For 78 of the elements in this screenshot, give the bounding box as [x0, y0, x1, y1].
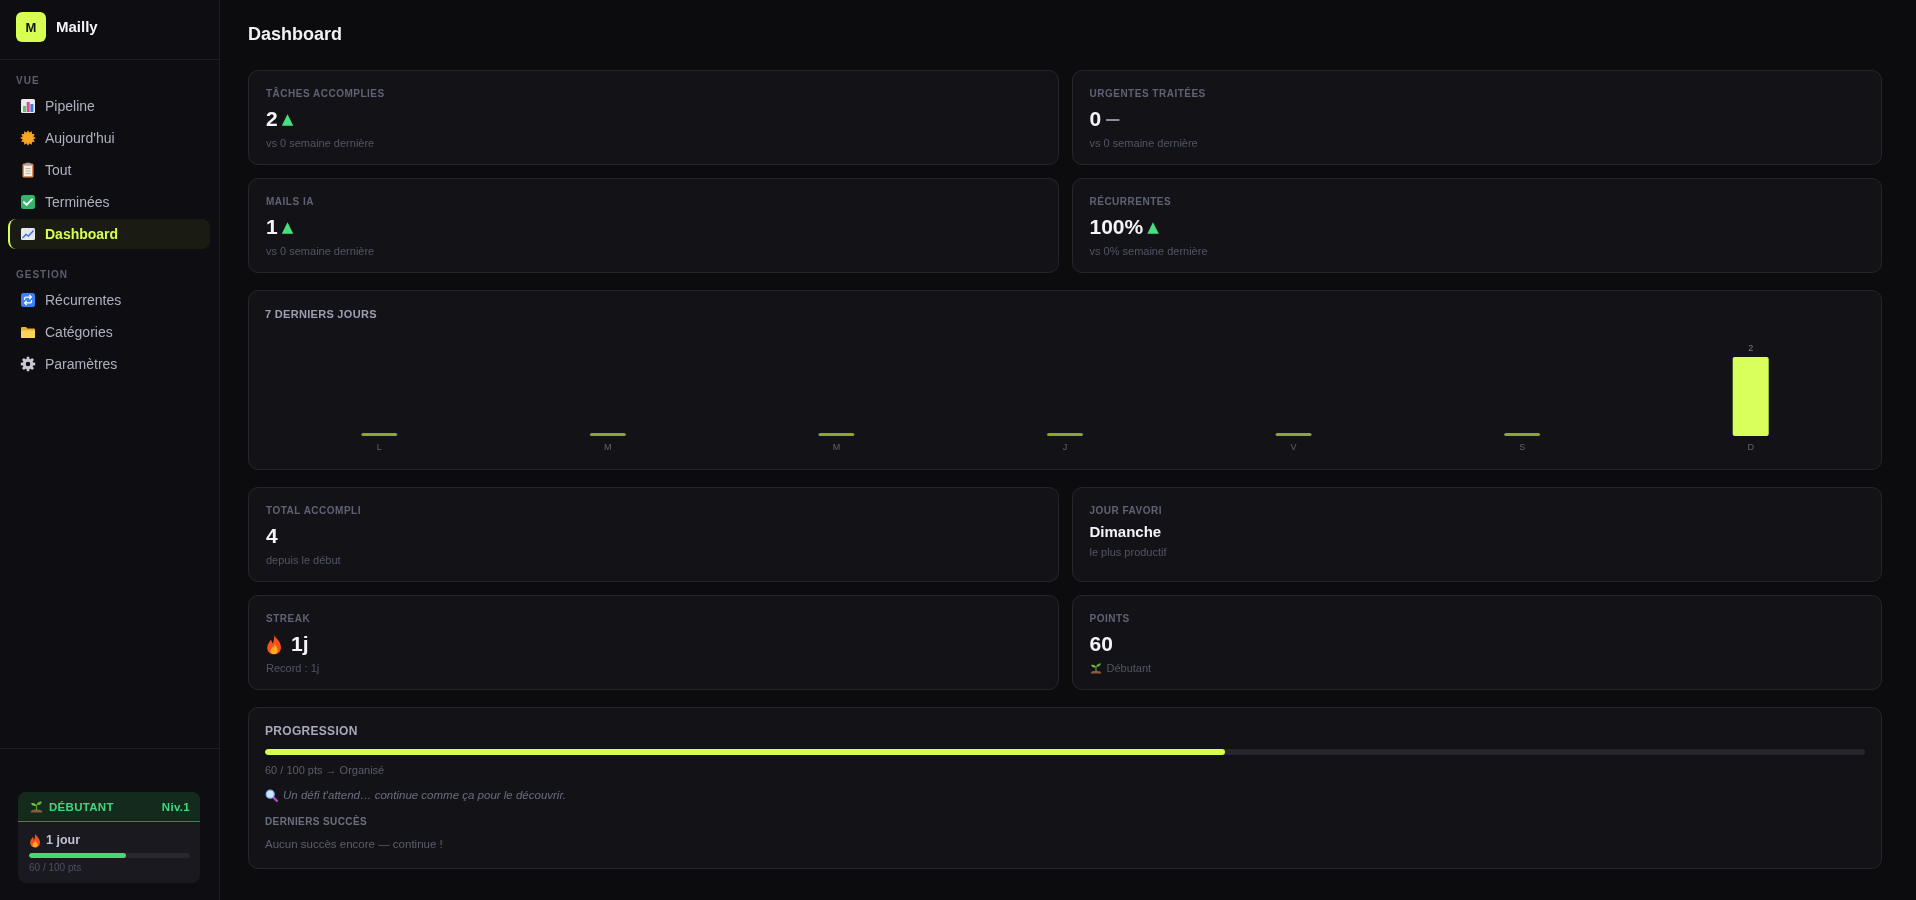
page-title: Dashboard: [248, 23, 344, 46]
checkbox-icon: [20, 194, 36, 210]
nav-item[interactable]: Aujourd'hui: [8, 123, 210, 153]
chart-bar: [1504, 433, 1541, 436]
level-progress-reading: 60 / 100 pts: [29, 862, 83, 874]
seedling-icon: [30, 800, 43, 813]
stat-value: 1j: [291, 631, 309, 657]
repeat-icon: [20, 292, 36, 308]
nav-item[interactable]: Tout: [8, 155, 210, 185]
stat-label: TÂCHES ACCOMPLIES: [266, 87, 386, 101]
level-title: DÉBUTANT: [49, 800, 114, 813]
progress-title: PROGRESSION: [265, 724, 359, 738]
chart-bar: [589, 433, 626, 436]
stat-note: vs 0% semaine dernière: [1089, 244, 1208, 258]
stat-value: 60: [1089, 631, 1113, 657]
nav-item[interactable]: Catégories: [8, 317, 210, 347]
section-label: VUE: [15, 74, 41, 87]
stat-label: JOUR FAVORI: [1089, 504, 1164, 518]
stat-note: vs 0 semaine dernière: [1089, 136, 1198, 150]
achievements-empty-text: Aucun succès encore — continue !: [265, 837, 444, 851]
stat-label: MAILS IA: [266, 195, 315, 209]
line-chart-icon: [20, 226, 36, 242]
flame-icon: [29, 832, 41, 848]
trend-marker: ▲: [281, 217, 294, 238]
day-label: M: [832, 442, 841, 452]
stat-value: 1: [266, 214, 278, 240]
flame-icon: [266, 633, 282, 655]
day-label: L: [376, 442, 382, 452]
sun-icon: [20, 130, 36, 146]
stat-label: RÉCURRENTES: [1089, 195, 1173, 209]
bar-value-label: 2: [1748, 343, 1754, 353]
stat-note: Débutant: [1106, 661, 1152, 675]
stat-value: 4: [266, 523, 278, 549]
section-label: GESTION: [15, 268, 69, 281]
stat-value: Dimanche: [1089, 523, 1162, 541]
trend-marker: ▲: [281, 109, 294, 130]
stat-note: vs 0 semaine dernière: [266, 244, 375, 258]
nav-item[interactable]: Récurrentes: [8, 285, 210, 315]
stat-note: le plus productif: [1089, 545, 1167, 559]
chart-title: 7 DERNIERS JOURS: [265, 307, 378, 321]
nav-item[interactable]: Terminées: [8, 187, 210, 217]
day-label: J: [1062, 442, 1068, 452]
logo-mark: M: [16, 12, 46, 42]
stat-label: STREAK: [266, 612, 312, 626]
bar-chart-icon: [20, 98, 36, 114]
stat-note: depuis le début: [266, 553, 341, 567]
nav-item[interactable]: Pipeline: [8, 91, 210, 121]
settings-icon: [20, 356, 36, 372]
chart-bar: [1047, 433, 1083, 436]
clipboard-icon: [20, 162, 36, 178]
trend-marker: ▲: [1147, 217, 1159, 238]
day-label: D: [1747, 442, 1754, 452]
nav-item[interactable]: Dashboard: [8, 219, 210, 249]
chart-bar: [1275, 433, 1312, 436]
day-label: V: [1290, 442, 1297, 452]
stat-value: 2: [266, 106, 278, 132]
streak-label: 1 jour: [46, 833, 81, 847]
magnifier-icon: [265, 788, 278, 802]
seedling-icon: [1089, 662, 1102, 674]
chart-bar: [361, 433, 398, 436]
app-name: Mailly: [56, 17, 98, 37]
stat-label: POINTS: [1089, 612, 1131, 626]
trend-marker: —: [1105, 109, 1121, 130]
stat-label: TOTAL ACCOMPLI: [266, 504, 362, 518]
progress-reading: 60 / 100 pts → Organisé: [265, 763, 386, 777]
stat-note: Record : 1j: [266, 661, 320, 675]
achievements-title: DERNIERS SUCCÈS: [265, 815, 369, 828]
nav-item[interactable]: Paramètres: [8, 349, 210, 379]
stat-value: 0: [1089, 106, 1102, 132]
hint-text: Un défi t'attend… continue comme ça pour le découvrir.: [283, 788, 567, 802]
level-rank: Niv.1: [161, 800, 190, 813]
stat-note: vs 0 semaine dernière: [266, 136, 375, 150]
folder-icon: [20, 324, 36, 340]
stat-label: URGENTES TRAITÉES: [1089, 87, 1207, 101]
day-label: M: [604, 442, 612, 452]
chart-bar: [818, 433, 855, 436]
day-label: S: [1519, 442, 1526, 452]
stat-value: 100%: [1089, 214, 1144, 240]
